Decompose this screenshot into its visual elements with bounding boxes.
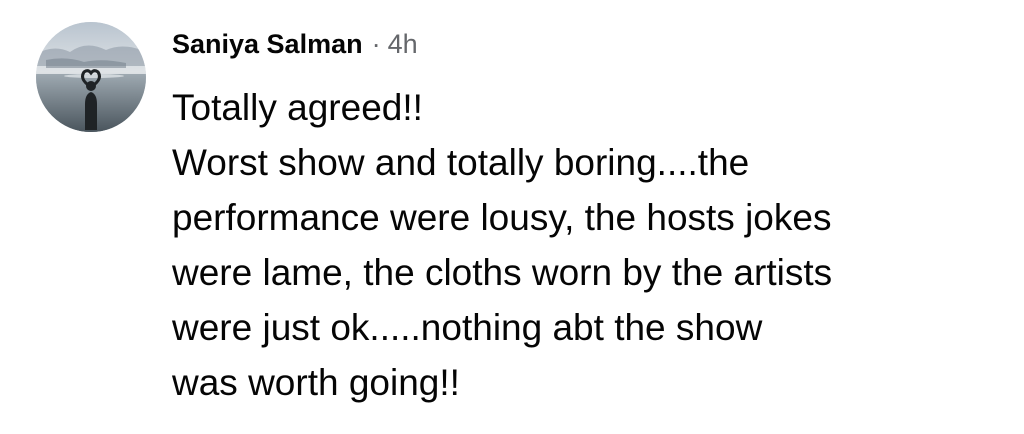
comment-line: were lame, the cloths worn by the artist… (172, 252, 833, 293)
author-name[interactable]: Saniya Salman (172, 29, 363, 60)
profile-photo-icon (36, 22, 146, 132)
comment-line: was worth going!! (172, 362, 460, 403)
separator-dot: · (371, 28, 381, 59)
avatar[interactable] (36, 22, 146, 132)
comment-line: Totally agreed!! (172, 87, 423, 128)
comment-text: Totally agreed!! Worst show and totally … (172, 80, 1002, 410)
comment-header: Saniya Salman · 4h (172, 24, 418, 64)
comment-line: Worst show and totally boring....the (172, 142, 750, 183)
comment-line: were just ok.....nothing abt the show (172, 307, 763, 348)
comment-timestamp[interactable]: 4h (388, 29, 418, 60)
comment-line: performance were lousy, the hosts jokes (172, 197, 832, 238)
comment: Saniya Salman · 4h Totally agreed!! Wors… (0, 0, 1024, 434)
